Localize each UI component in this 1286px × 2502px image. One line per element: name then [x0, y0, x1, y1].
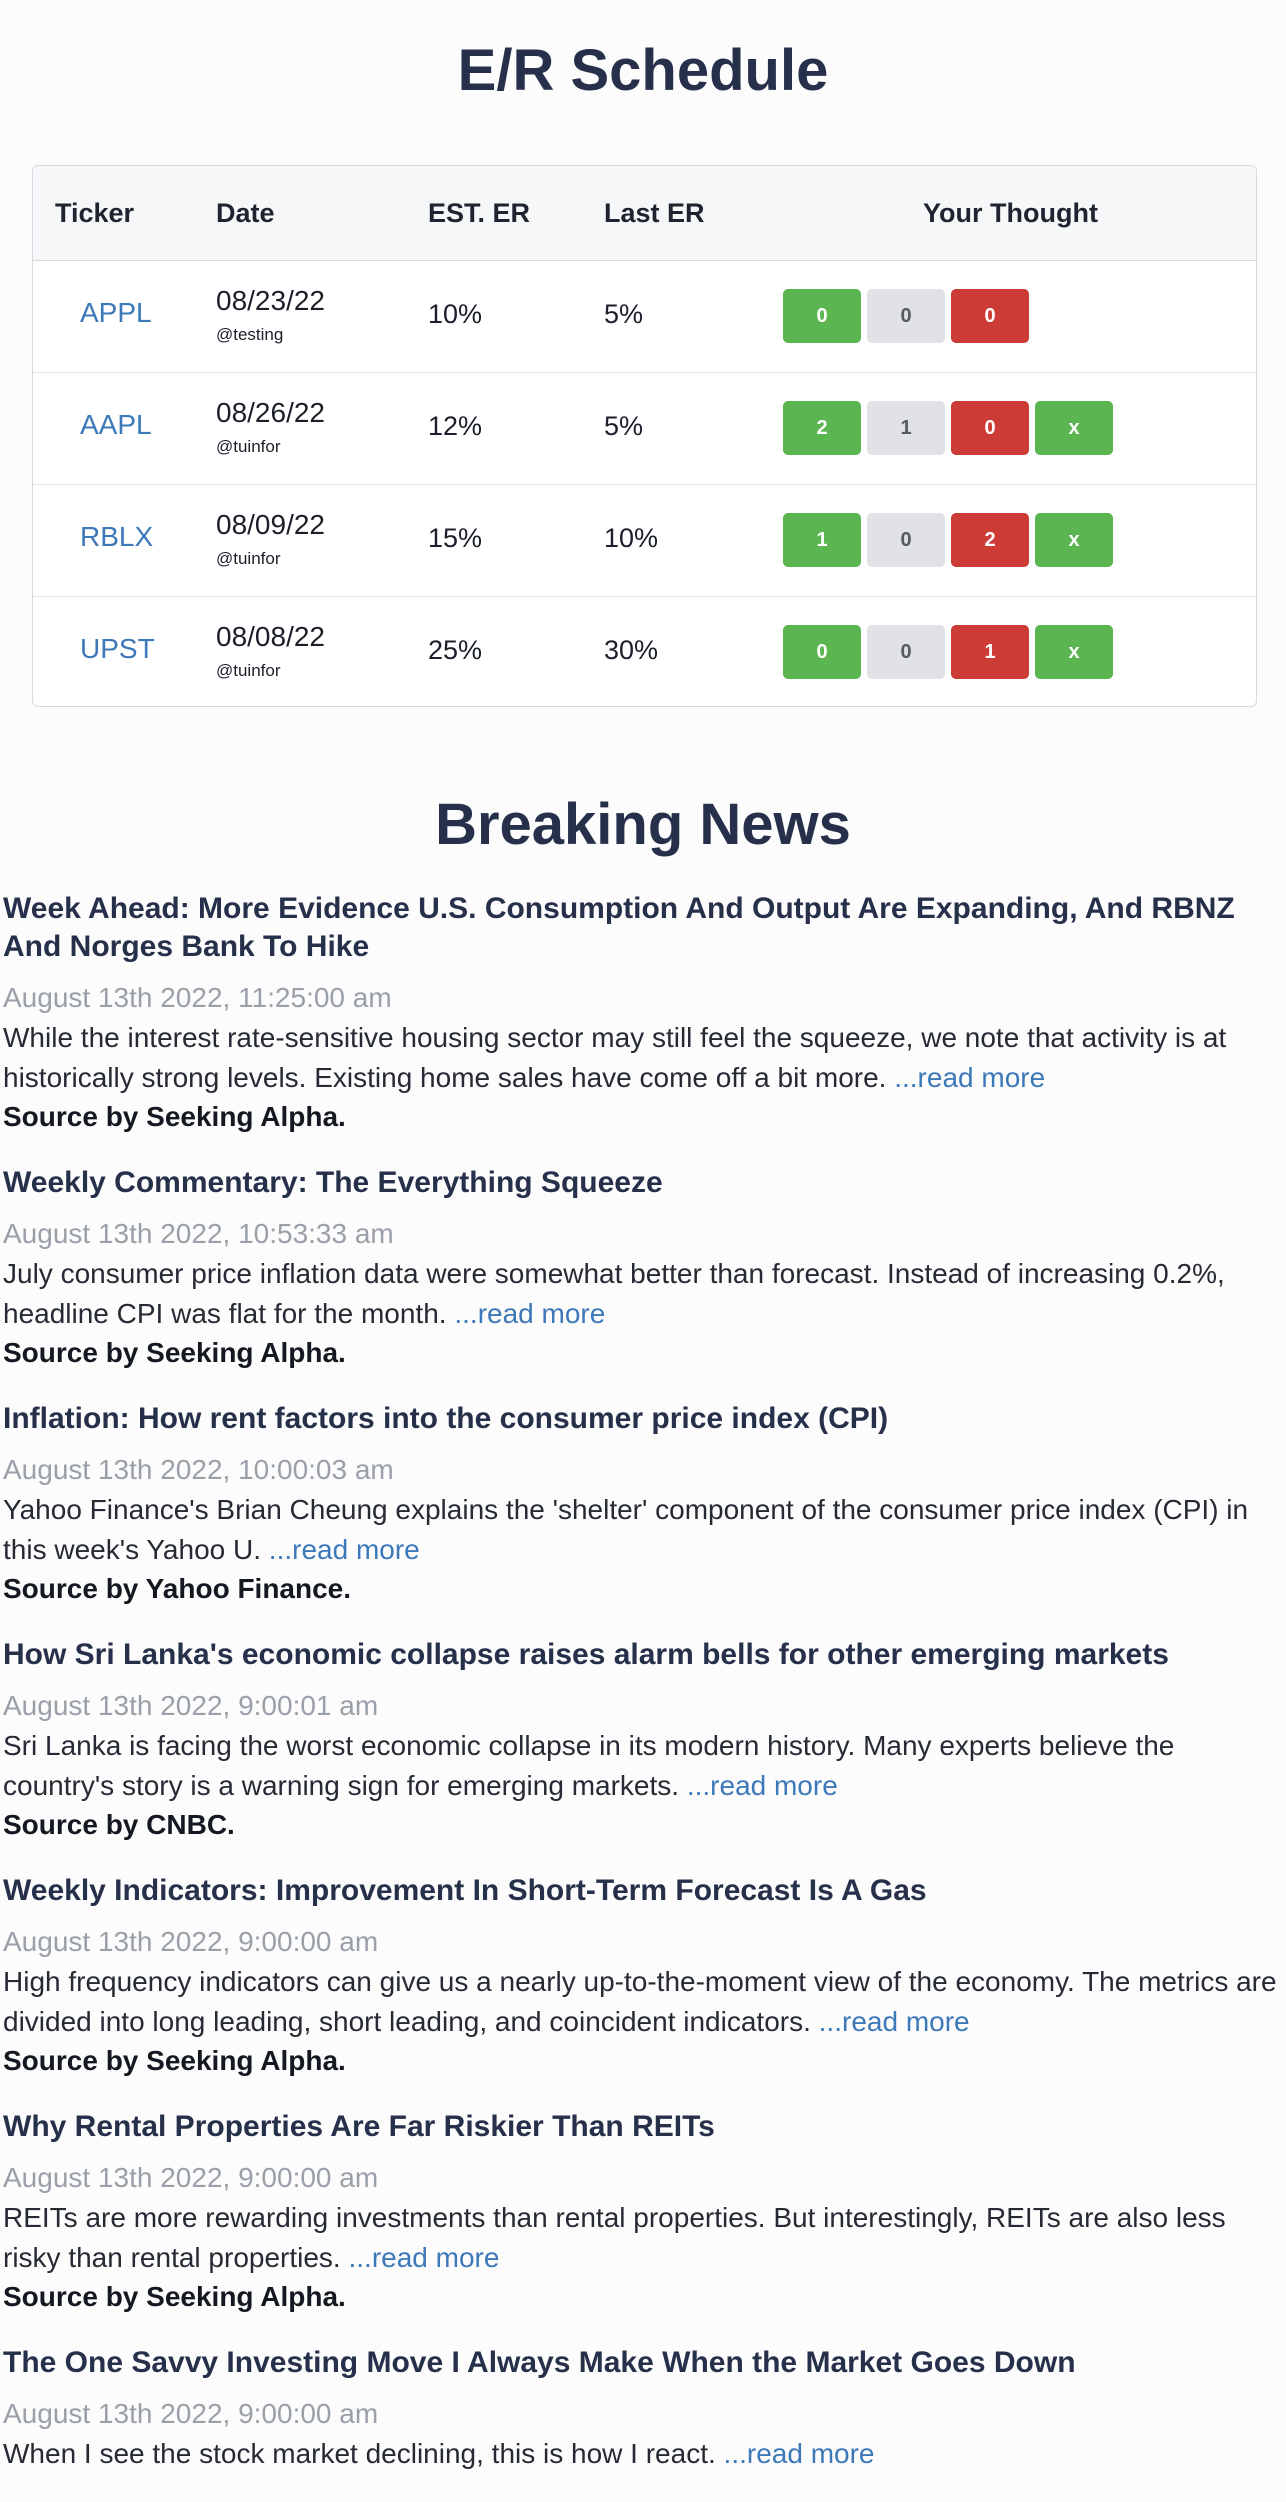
- vote-neutral-button[interactable]: 0: [867, 625, 945, 679]
- est-er-value: 15%: [428, 523, 483, 553]
- news-source: Source by Yahoo Finance.: [3, 1573, 352, 1604]
- author-handle: @tuinfor: [216, 661, 281, 680]
- news-item: Weekly Commentary: The Everything Squeez…: [3, 1164, 1283, 1372]
- news-summary-text: Sri Lanka is facing the worst economic c…: [3, 1730, 1175, 1801]
- news-summary-text: When I see the stock market declining, t…: [3, 2438, 716, 2469]
- news-headline[interactable]: How Sri Lanka's economic collapse raises…: [3, 1636, 1283, 1674]
- header-est-er: EST. ER: [428, 198, 531, 228]
- news-headline[interactable]: Inflation: How rent factors into the con…: [3, 1400, 1283, 1438]
- header-ticker: Ticker: [55, 198, 135, 228]
- author-handle: @tuinfor: [216, 549, 281, 568]
- news-summary: Sri Lanka is facing the worst economic c…: [3, 1726, 1283, 1806]
- news-source: Source by CNBC.: [3, 1809, 235, 1840]
- news-timestamp: August 13th 2022, 10:00:03 am: [3, 1454, 394, 1485]
- vote-up-button[interactable]: 0: [783, 289, 861, 343]
- vote-up-button[interactable]: 1: [783, 513, 861, 567]
- delete-button[interactable]: x: [1035, 401, 1113, 455]
- news-headline[interactable]: Why Rental Properties Are Far Riskier Th…: [3, 2108, 1283, 2146]
- news-timestamp: August 13th 2022, 9:00:01 am: [3, 1690, 379, 1721]
- ticker-link[interactable]: UPST: [80, 633, 155, 665]
- delete-button[interactable]: x: [1035, 513, 1113, 567]
- news-item: Week Ahead: More Evidence U.S. Consumpti…: [3, 890, 1283, 1136]
- news-summary: When I see the stock market declining, t…: [3, 2434, 1283, 2474]
- vote-down-button[interactable]: 0: [951, 289, 1029, 343]
- news-source: Source by Seeking Alpha.: [3, 1101, 346, 1132]
- vote-down-button[interactable]: 1: [951, 625, 1029, 679]
- read-more-link[interactable]: ...read more: [454, 1298, 605, 1329]
- er-date: 08/26/22: [216, 397, 325, 428]
- last-er-value: 10%: [604, 523, 659, 553]
- news-headline[interactable]: The One Savvy Investing Move I Always Ma…: [3, 2344, 1283, 2382]
- header-your-thought: Your Thought: [923, 198, 1098, 228]
- news-timestamp: August 13th 2022, 9:00:00 am: [3, 1926, 379, 1957]
- vote-neutral-button[interactable]: 0: [867, 513, 945, 567]
- er-date: 08/09/22: [216, 509, 325, 540]
- read-more-link[interactable]: ...read more: [724, 2438, 875, 2469]
- last-er-value: 5%: [604, 411, 644, 441]
- news-summary: High frequency indicators can give us a …: [3, 1962, 1283, 2042]
- news-list: Week Ahead: More Evidence U.S. Consumpti…: [3, 890, 1283, 2502]
- ticker-link[interactable]: APPL: [80, 297, 152, 329]
- news-source: Source by Seeking Alpha.: [3, 1337, 346, 1368]
- news-summary: While the interest rate-sensitive housin…: [3, 1018, 1283, 1098]
- table-header: Ticker Date EST. ER Last ER Your Thought: [33, 166, 1256, 261]
- table-row: AAPL 08/26/22 @tuinfor 12% 5% 2 1 0 x: [33, 373, 1256, 485]
- news-summary-text: REITs are more rewarding investments tha…: [3, 2202, 1226, 2273]
- vote-neutral-button[interactable]: 1: [867, 401, 945, 455]
- news-item: How Sri Lanka's economic collapse raises…: [3, 1636, 1283, 1844]
- last-er-value: 5%: [604, 299, 644, 329]
- header-last-er: Last ER: [604, 198, 705, 228]
- news-headline[interactable]: Weekly Commentary: The Everything Squeez…: [3, 1164, 1283, 1202]
- vote-neutral-button[interactable]: 0: [867, 289, 945, 343]
- er-date: 08/23/22: [216, 285, 325, 316]
- read-more-link[interactable]: ...read more: [349, 2242, 500, 2273]
- est-er-value: 25%: [428, 635, 483, 665]
- ticker-link[interactable]: RBLX: [80, 521, 153, 553]
- news-headline[interactable]: Weekly Indicators: Improvement In Short-…: [3, 1872, 1283, 1910]
- est-er-value: 12%: [428, 411, 483, 441]
- table-row: RBLX 08/09/22 @tuinfor 15% 10% 1 0 2 x: [33, 485, 1256, 597]
- news-item: Why Rental Properties Are Far Riskier Th…: [3, 2108, 1283, 2316]
- vote-down-button[interactable]: 2: [951, 513, 1029, 567]
- est-er-value: 10%: [428, 299, 483, 329]
- vote-up-button[interactable]: 2: [783, 401, 861, 455]
- er-date: 08/08/22: [216, 621, 325, 652]
- er-schedule-title: E/R Schedule: [457, 38, 829, 103]
- er-schedule-table: Ticker Date EST. ER Last ER Your Thought…: [32, 165, 1257, 707]
- news-source: Source by Seeking Alpha.: [3, 2045, 346, 2076]
- read-more-link[interactable]: ...read more: [894, 1062, 1045, 1093]
- news-timestamp: August 13th 2022, 9:00:00 am: [3, 2162, 379, 2193]
- ticker-link[interactable]: AAPL: [80, 409, 152, 441]
- news-timestamp: August 13th 2022, 11:25:00 am: [3, 982, 392, 1013]
- news-summary: REITs are more rewarding investments tha…: [3, 2198, 1283, 2278]
- last-er-value: 30%: [604, 635, 659, 665]
- news-summary: Yahoo Finance's Brian Cheung explains th…: [3, 1490, 1283, 1570]
- news-item: The One Savvy Investing Move I Always Ma…: [3, 2344, 1283, 2474]
- news-summary-text: Yahoo Finance's Brian Cheung explains th…: [3, 1494, 1249, 1565]
- table-row: APPL 08/23/22 @testing 10% 5% 0 0 0: [33, 261, 1256, 373]
- news-headline[interactable]: Week Ahead: More Evidence U.S. Consumpti…: [3, 890, 1283, 966]
- read-more-link[interactable]: ...read more: [269, 1534, 420, 1565]
- er-schedule-section: E/R Schedule Ticker Date EST. ER Last ER…: [0, 0, 1286, 740]
- table-row: UPST 08/08/22 @tuinfor 25% 30% 0 0 1 x: [33, 597, 1256, 706]
- news-item: Weekly Indicators: Improvement In Short-…: [3, 1872, 1283, 2080]
- news-summary: July consumer price inflation data were …: [3, 1254, 1283, 1334]
- read-more-link[interactable]: ...read more: [687, 1770, 838, 1801]
- news-source: Source by Seeking Alpha.: [3, 2281, 346, 2312]
- read-more-link[interactable]: ...read more: [819, 2006, 970, 2037]
- header-date: Date: [216, 198, 275, 228]
- news-summary-text: July consumer price inflation data were …: [3, 1258, 1225, 1329]
- author-handle: @testing: [216, 325, 284, 344]
- news-timestamp: August 13th 2022, 10:53:33 am: [3, 1218, 394, 1249]
- news-summary-text: High frequency indicators can give us a …: [3, 1966, 1277, 2037]
- vote-up-button[interactable]: 0: [783, 625, 861, 679]
- breaking-news-title: Breaking News: [435, 792, 851, 857]
- delete-button[interactable]: x: [1035, 625, 1113, 679]
- news-timestamp: August 13th 2022, 9:00:00 am: [3, 2398, 379, 2429]
- author-handle: @tuinfor: [216, 437, 281, 456]
- news-item: Inflation: How rent factors into the con…: [3, 1400, 1283, 1608]
- vote-down-button[interactable]: 0: [951, 401, 1029, 455]
